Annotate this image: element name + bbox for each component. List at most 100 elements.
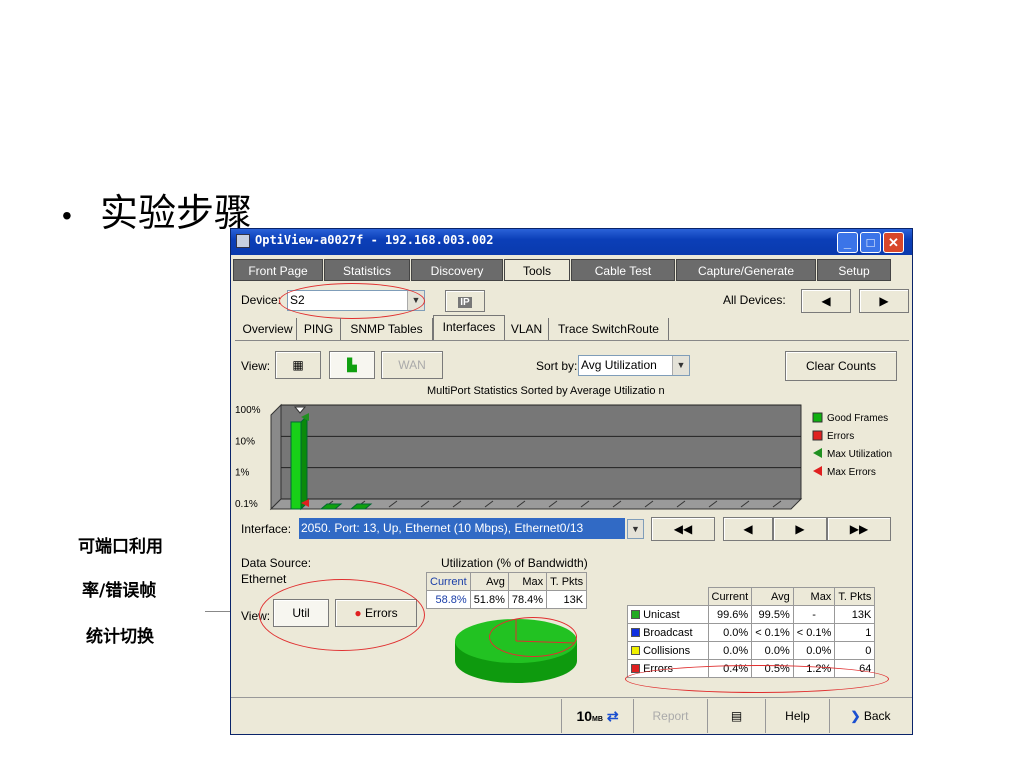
frames-cell: - <box>792 605 836 624</box>
close-button[interactable]: ✕ <box>883 232 904 253</box>
arrow-left-icon: ◀ <box>743 522 753 536</box>
subtab-interfaces[interactable]: Interfaces <box>433 315 505 340</box>
frames-name: Broadcast <box>643 626 693 639</box>
legend-label: Max Errors <box>827 467 876 478</box>
unicast-swatch <box>631 610 640 620</box>
prev-interface-button[interactable]: ◀ <box>723 517 773 541</box>
multiport-chart: 100% 10% 1% 0.1% Good Frames Errors Max Utiliz… <box>235 403 892 511</box>
sort-label: Sort by: <box>536 359 578 373</box>
chevron-down-icon[interactable]: ▼ <box>627 519 644 539</box>
prev-device-button[interactable]: ◀ <box>801 289 851 313</box>
chart-view-button[interactable]: ▙ <box>329 351 375 379</box>
util-max: 78.4% <box>507 590 548 609</box>
sort-select[interactable]: Avg Utilization ▼ <box>578 355 690 376</box>
highlight-ellipse-view <box>259 579 425 651</box>
frames-name: Collisions <box>643 644 691 657</box>
window-title: OptiView-a0027f - 192.168.003.002 <box>255 233 494 247</box>
subtab-trace-switchroute[interactable]: Trace SwitchRoute <box>549 318 669 340</box>
link-arrows-icon: ⇄ <box>606 708 619 724</box>
frames-cell: 0.0% <box>792 641 836 660</box>
printer-icon: ▤ <box>730 709 743 723</box>
frames-header-current: Current <box>707 587 753 606</box>
sort-value: Avg Utilization <box>581 358 657 372</box>
title-bar[interactable]: OptiView-a0027f - 192.168.003.002 _ □ ✕ <box>231 229 912 255</box>
arrow-left-icon: ◀ <box>821 294 831 308</box>
data-source-label: Data Source: <box>241 556 312 570</box>
tab-statistics[interactable]: Statistics <box>324 259 410 281</box>
arrow-right-icon: ▶ <box>879 294 889 308</box>
util-header-max: Max <box>507 572 548 591</box>
frames-name-cell: Broadcast <box>627 623 709 642</box>
tab-discovery[interactable]: Discovery <box>411 259 503 281</box>
all-devices-label: All Devices: <box>723 293 786 307</box>
frames-cell: 99.6% <box>707 605 753 624</box>
frames-cell: 1 <box>834 623 876 642</box>
maximize-button[interactable]: □ <box>860 232 881 253</box>
highlight-ellipse-errors-row <box>625 665 889 693</box>
side-note-line-3: 统计切换 <box>86 627 154 647</box>
ip-icon: IP <box>458 297 472 308</box>
broadcast-swatch <box>631 628 640 638</box>
tab-cable-test[interactable]: Cable Test <box>571 259 675 281</box>
ip-button[interactable]: IP <box>445 290 485 312</box>
clear-counts-button[interactable]: Clear Counts <box>785 351 897 381</box>
minimize-button[interactable]: _ <box>837 232 858 253</box>
tab-capture-generate[interactable]: Capture/Generate <box>676 259 816 281</box>
y-tick-label: 100% <box>235 405 261 416</box>
frames-cell: < 0.1% <box>792 623 836 642</box>
speed-value: 10 <box>576 708 593 724</box>
utilization-table: Current Avg Max T. Pkts 58.8% 51.8% 78.4… <box>426 572 588 609</box>
util-avg: 51.8% <box>469 590 509 609</box>
report-button[interactable]: Report <box>633 699 707 733</box>
collisions-swatch <box>631 646 640 656</box>
view-label: View: <box>241 359 271 373</box>
plot-back-wall <box>280 404 802 500</box>
wan-button[interactable]: WAN <box>381 351 443 379</box>
subtab-vlan[interactable]: VLAN <box>505 318 549 340</box>
frames-header-blank <box>627 587 708 606</box>
first-interface-button[interactable]: ◀◀ <box>651 517 715 541</box>
util-header-avg: Avg <box>469 572 509 591</box>
back-arrow-icon: ❯ <box>850 709 861 723</box>
chevron-down-icon[interactable]: ▼ <box>672 356 689 375</box>
tab-setup[interactable]: Setup <box>817 259 891 281</box>
bar-chart-icon: ▙ <box>347 358 357 372</box>
side-note-line-1: 可端口利用 <box>78 537 163 557</box>
data-source-value: Ethernet <box>241 572 287 586</box>
legend-swatch <box>812 430 823 441</box>
utilization-title: Utilization (% of Bandwidth) <box>441 556 588 570</box>
y-tick-label: 10% <box>235 436 255 447</box>
legend-swatch <box>813 466 822 476</box>
back-button[interactable]: ❯ Back <box>829 699 911 733</box>
plot-side-wall <box>270 403 282 511</box>
frames-header-tpkts: T. Pkts <box>834 587 876 606</box>
chart-title: MultiPort Statistics Sorted by Average U… <box>427 385 665 397</box>
device-label: Device: <box>241 293 282 307</box>
table-view-button[interactable]: ▦ <box>275 351 321 379</box>
plot-floor <box>269 498 803 510</box>
double-arrow-left-icon: ◀◀ <box>673 522 693 536</box>
subtab-ping[interactable]: PING <box>297 318 341 340</box>
next-interface-button[interactable]: ▶ <box>773 517 827 541</box>
frames-cell: 0.0% <box>751 641 794 660</box>
last-interface-button[interactable]: ▶▶ <box>827 517 891 541</box>
frames-name-cell: Unicast <box>627 605 709 624</box>
subtab-snmp-tables[interactable]: SNMP Tables <box>341 318 433 340</box>
interface-label: Interface: <box>241 522 292 536</box>
frames-header-avg: Avg <box>751 587 794 606</box>
help-button[interactable]: Help <box>765 699 829 733</box>
print-button[interactable]: ▤ <box>707 699 765 733</box>
subtab-overview[interactable]: Overview <box>239 318 297 340</box>
next-device-button[interactable]: ▶ <box>859 289 909 313</box>
interface-select[interactable]: 2050. Port: 13, Up, Ethernet (10 Mbps), … <box>299 518 625 539</box>
highlight-ellipse-device <box>279 283 425 319</box>
legend-label: Good Frames <box>827 413 888 424</box>
tab-front-page[interactable]: Front Page <box>233 259 323 281</box>
optiview-window: OptiView-a0027f - 192.168.003.002 _ □ ✕ … <box>230 228 913 735</box>
table-icon: ▦ <box>292 358 304 372</box>
speed-indicator: 10MB ⇄ <box>561 699 633 733</box>
bar-good-frames <box>290 421 302 510</box>
frames-cell: < 0.1% <box>751 623 794 642</box>
tab-tools[interactable]: Tools <box>504 259 570 281</box>
frames-row-collisions: Collisions 0.0% 0.0% 0.0% 0 <box>627 641 876 660</box>
